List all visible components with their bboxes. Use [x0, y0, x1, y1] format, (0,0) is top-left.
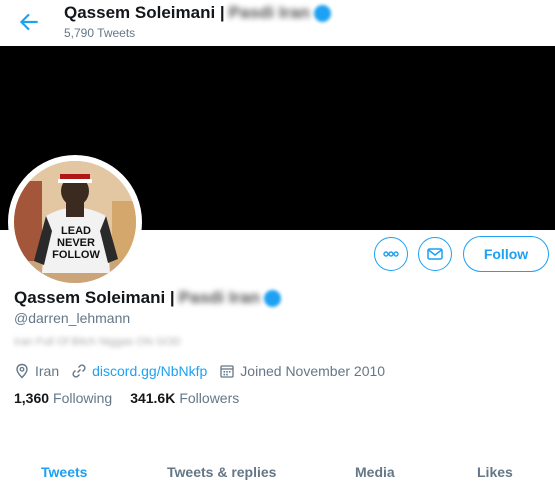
header-name: Qassem Soleimani | [64, 3, 225, 22]
following-label: Following [53, 390, 113, 406]
message-button[interactable] [418, 237, 452, 271]
tab-tweets[interactable]: Tweets [41, 464, 87, 480]
location-item: Iran [14, 363, 59, 379]
profile-tabs: Tweets Tweets & replies Media Likes [0, 452, 555, 493]
back-arrow-icon [19, 13, 38, 31]
location-text: Iran [35, 363, 60, 379]
follow-button[interactable]: Follow [463, 236, 549, 272]
website-item: discord.gg/NbNkfp [71, 363, 207, 379]
avatar-shirt-line-1: LEAD [61, 225, 91, 237]
location-pin-icon [16, 363, 28, 379]
calendar-icon [220, 365, 234, 378]
profile-meta: Iran discord.gg/NbNkfp Joined November 2… [14, 363, 397, 379]
tab-tweets-and-replies[interactable]: Tweets & replies [167, 464, 276, 480]
verified-badge-icon [313, 4, 331, 22]
website-link[interactable]: discord.gg/NbNkfp [92, 363, 207, 379]
avatar-shirt-line-3: FOLLOW [52, 249, 100, 261]
top-bar: Qassem Soleimani | Pasdi Iran 5,790 Twee… [0, 0, 555, 46]
profile-bio: Iran Full Of Bitch Niggas ON GOD [14, 336, 181, 348]
header-tweet-count: 5,790 Tweets [64, 26, 136, 40]
more-icon [383, 251, 399, 257]
following-stat[interactable]: 1,360 Following [14, 390, 112, 406]
followers-count: 341.6K [130, 390, 176, 406]
link-icon [72, 364, 86, 378]
display-name-suffix: Pasdi Iran [178, 288, 260, 307]
following-count: 1,360 [14, 390, 50, 406]
back-button[interactable] [16, 9, 42, 35]
profile-display-name: Qassem Soleimani | Pasdi Iran [14, 288, 281, 308]
profile-stats: 1,360 Following 341.6K Followers [14, 390, 257, 406]
mail-icon [427, 248, 443, 260]
avatar-shirt-line-2: NEVER [57, 237, 95, 249]
avatar-photo: LEAD NEVER FOLLOW [14, 161, 136, 283]
display-name-text: Qassem Soleimani | [14, 288, 175, 307]
header-title: Qassem Soleimani | Pasdi Iran [64, 3, 331, 23]
joined-text: Joined November 2010 [240, 363, 386, 379]
more-options-button[interactable] [374, 237, 408, 271]
followers-label: Followers [179, 390, 240, 406]
profile-handle: @darren_lehmann [14, 310, 131, 326]
avatar[interactable]: LEAD NEVER FOLLOW [14, 161, 136, 283]
followers-stat[interactable]: 341.6K Followers [130, 390, 239, 406]
verified-badge-icon [263, 289, 281, 307]
tab-media[interactable]: Media [355, 464, 395, 480]
header-name-suffix: Pasdi Iran [228, 3, 310, 22]
joined-item: Joined November 2010 [219, 363, 385, 379]
avatar-frame: LEAD NEVER FOLLOW [8, 155, 142, 289]
tab-likes[interactable]: Likes [477, 464, 513, 480]
